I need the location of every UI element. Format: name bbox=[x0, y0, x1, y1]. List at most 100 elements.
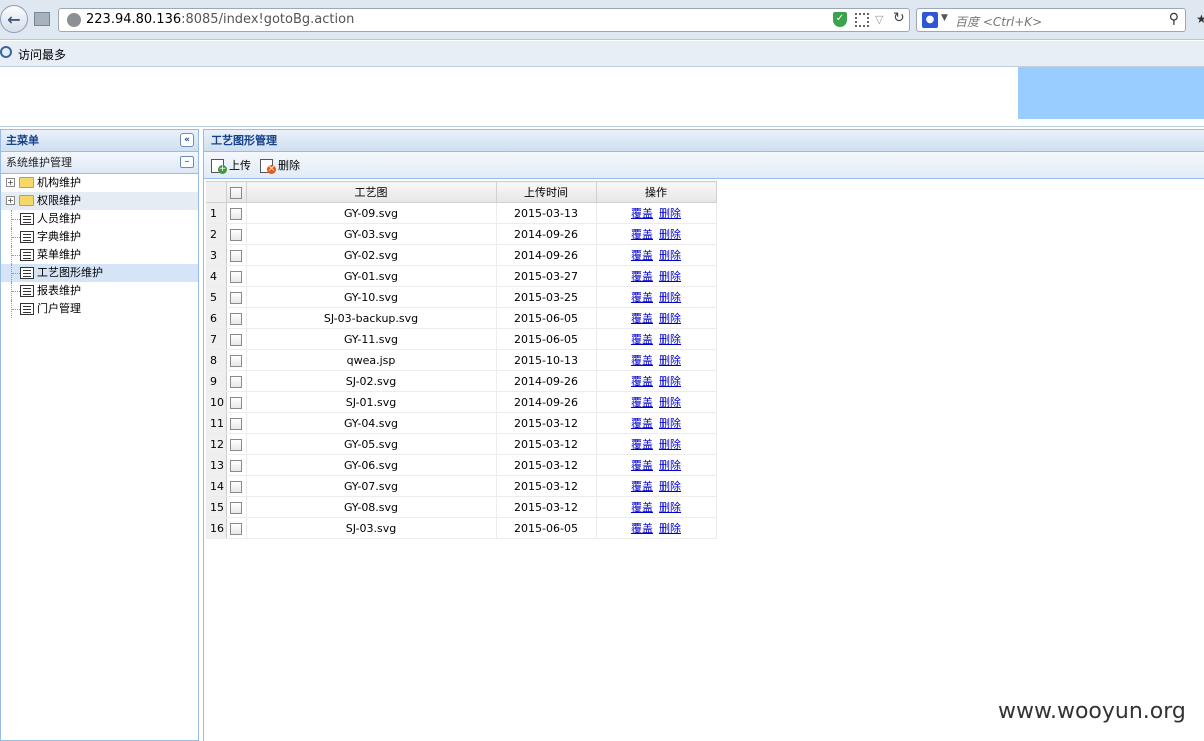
search-engine-dropdown-icon[interactable]: ▼ bbox=[941, 13, 948, 23]
delete-link[interactable]: 删除 bbox=[659, 354, 681, 367]
tree-item-org[interactable]: + 机构维护 bbox=[1, 174, 198, 192]
shield-icon[interactable]: ✓ bbox=[833, 12, 847, 27]
cover-link[interactable]: 覆盖 bbox=[631, 228, 653, 241]
row-checkbox[interactable] bbox=[230, 417, 242, 430]
row-checkbox[interactable] bbox=[230, 354, 242, 367]
delete-link[interactable]: 删除 bbox=[659, 291, 681, 304]
cover-link[interactable]: 覆盖 bbox=[631, 459, 653, 472]
row-checkbox[interactable] bbox=[230, 249, 242, 262]
reload-icon[interactable]: ↻ bbox=[893, 10, 905, 26]
address-bar[interactable]: 223.94.80.136:8085/index!gotoBg.action ✓… bbox=[58, 8, 910, 32]
bookmark-star-icon[interactable]: ★ bbox=[1196, 12, 1204, 26]
search-icon[interactable]: ⚲ bbox=[1169, 11, 1179, 27]
row-number: 12 bbox=[206, 433, 227, 455]
row-checkbox[interactable] bbox=[230, 291, 242, 304]
row-checkbox[interactable] bbox=[230, 501, 242, 514]
delete-link[interactable]: 删除 bbox=[659, 249, 681, 262]
cover-link[interactable]: 覆盖 bbox=[631, 396, 653, 409]
tree-item-dictionary[interactable]: 字典维护 bbox=[1, 228, 198, 246]
row-checkbox[interactable] bbox=[230, 438, 242, 451]
cover-link[interactable]: 覆盖 bbox=[631, 417, 653, 430]
table-row[interactable]: 11 GY-04.svg 2015-03-12 覆盖 删除 bbox=[206, 412, 717, 434]
delete-link[interactable]: 删除 bbox=[659, 459, 681, 472]
select-all-checkbox[interactable] bbox=[230, 186, 242, 199]
row-checkbox[interactable] bbox=[230, 207, 242, 220]
row-checkbox[interactable] bbox=[230, 312, 242, 325]
table-row[interactable]: 15 GY-08.svg 2015-03-12 覆盖 删除 bbox=[206, 496, 717, 518]
delete-link[interactable]: 删除 bbox=[659, 438, 681, 451]
table-row[interactable]: 10 SJ-01.svg 2014-09-26 覆盖 删除 bbox=[206, 391, 717, 413]
table-row[interactable]: 12 GY-05.svg 2015-03-12 覆盖 删除 bbox=[206, 433, 717, 455]
column-header-time[interactable]: 上传时间 bbox=[495, 181, 597, 203]
cover-link[interactable]: 覆盖 bbox=[631, 291, 653, 304]
cover-link[interactable]: 覆盖 bbox=[631, 375, 653, 388]
tab-groups-icon[interactable] bbox=[34, 12, 50, 26]
cover-link[interactable]: 覆盖 bbox=[631, 522, 653, 535]
row-checkbox[interactable] bbox=[230, 228, 242, 241]
tree-item-permission[interactable]: + 权限维护 bbox=[1, 192, 198, 210]
expand-icon[interactable]: + bbox=[6, 178, 15, 187]
delete-link[interactable]: 删除 bbox=[659, 375, 681, 388]
table-row[interactable]: 5 GY-10.svg 2015-03-25 覆盖 删除 bbox=[206, 286, 717, 308]
tree-item-menu[interactable]: 菜单维护 bbox=[1, 246, 198, 264]
delete-link[interactable]: 删除 bbox=[659, 228, 681, 241]
row-checkbox[interactable] bbox=[230, 480, 242, 493]
table-row[interactable]: 16 SJ-03.svg 2015-06-05 覆盖 删除 bbox=[206, 517, 717, 539]
tree-item-portal[interactable]: 门户管理 bbox=[1, 300, 198, 318]
table-row[interactable]: 6 SJ-03-backup.svg 2015-06-05 覆盖 删除 bbox=[206, 307, 717, 329]
cover-link[interactable]: 覆盖 bbox=[631, 438, 653, 451]
back-button[interactable]: ← bbox=[0, 5, 28, 33]
bookmark-most-visited[interactable]: 访问最多 bbox=[18, 46, 66, 63]
chevron-down-icon[interactable]: ▽ bbox=[875, 13, 883, 26]
cover-link[interactable]: 覆盖 bbox=[631, 270, 653, 283]
expand-icon[interactable]: + bbox=[6, 196, 15, 205]
delete-link[interactable]: 删除 bbox=[659, 480, 681, 493]
row-checkbox[interactable] bbox=[230, 396, 242, 409]
delete-link[interactable]: 删除 bbox=[659, 522, 681, 535]
delete-link[interactable]: 删除 bbox=[659, 207, 681, 220]
cover-link[interactable]: 覆盖 bbox=[631, 354, 653, 367]
table-row[interactable]: 9 SJ-02.svg 2014-09-26 覆盖 删除 bbox=[206, 370, 717, 392]
search-input[interactable]: ● ▼ 百度 <Ctrl+K> ⚲ bbox=[916, 8, 1186, 32]
file-name-cell: SJ-03-backup.svg bbox=[246, 307, 497, 329]
table-row[interactable]: 14 GY-07.svg 2015-03-12 覆盖 删除 bbox=[206, 475, 717, 497]
table-row[interactable]: 4 GY-01.svg 2015-03-27 覆盖 删除 bbox=[206, 265, 717, 287]
row-checkbox[interactable] bbox=[230, 522, 242, 535]
upload-button[interactable]: 上传 bbox=[211, 157, 251, 175]
tree-item-process-graphics[interactable]: 工艺图形维护 bbox=[1, 264, 198, 282]
delete-link[interactable]: 删除 bbox=[659, 333, 681, 346]
row-checkbox[interactable] bbox=[230, 333, 242, 346]
row-checkbox[interactable] bbox=[230, 270, 242, 283]
table-row[interactable]: 8 qwea.jsp 2015-10-13 覆盖 删除 bbox=[206, 349, 717, 371]
accordion-system-maintenance[interactable]: 系统维护管理 – bbox=[1, 152, 198, 174]
baidu-paw-icon[interactable]: ● bbox=[922, 12, 938, 28]
delete-button[interactable]: 删除 bbox=[260, 157, 300, 175]
cover-link[interactable]: 覆盖 bbox=[631, 207, 653, 220]
file-name-cell: GY-10.svg bbox=[246, 286, 497, 308]
collapse-icon[interactable]: « bbox=[180, 133, 194, 147]
url-text[interactable]: 223.94.80.136:8085/index!gotoBg.action bbox=[86, 12, 354, 27]
delete-link[interactable]: 删除 bbox=[659, 312, 681, 325]
table-row[interactable]: 1 GY-09.svg 2015-03-13 覆盖 删除 bbox=[206, 202, 717, 224]
cover-link[interactable]: 覆盖 bbox=[631, 501, 653, 514]
tree-item-report[interactable]: 报表维护 bbox=[1, 282, 198, 300]
delete-link[interactable]: 删除 bbox=[659, 417, 681, 430]
table-row[interactable]: 3 GY-02.svg 2014-09-26 覆盖 删除 bbox=[206, 244, 717, 266]
tree-item-personnel[interactable]: 人员维护 bbox=[1, 210, 198, 228]
minus-icon[interactable]: – bbox=[180, 156, 194, 168]
cover-link[interactable]: 覆盖 bbox=[631, 312, 653, 325]
delete-link[interactable]: 删除 bbox=[659, 396, 681, 409]
column-header-name[interactable]: 工艺图 bbox=[245, 181, 497, 203]
table-row[interactable]: 13 GY-06.svg 2015-03-12 覆盖 删除 bbox=[206, 454, 717, 476]
delete-link[interactable]: 删除 bbox=[659, 501, 681, 514]
row-number: 3 bbox=[206, 244, 227, 266]
row-checkbox[interactable] bbox=[230, 375, 242, 388]
table-row[interactable]: 2 GY-03.svg 2014-09-26 覆盖 删除 bbox=[206, 223, 717, 245]
qrcode-icon[interactable] bbox=[855, 13, 869, 27]
row-checkbox[interactable] bbox=[230, 459, 242, 472]
table-row[interactable]: 7 GY-11.svg 2015-06-05 覆盖 删除 bbox=[206, 328, 717, 350]
cover-link[interactable]: 覆盖 bbox=[631, 249, 653, 262]
delete-link[interactable]: 删除 bbox=[659, 270, 681, 283]
cover-link[interactable]: 覆盖 bbox=[631, 333, 653, 346]
cover-link[interactable]: 覆盖 bbox=[631, 480, 653, 493]
